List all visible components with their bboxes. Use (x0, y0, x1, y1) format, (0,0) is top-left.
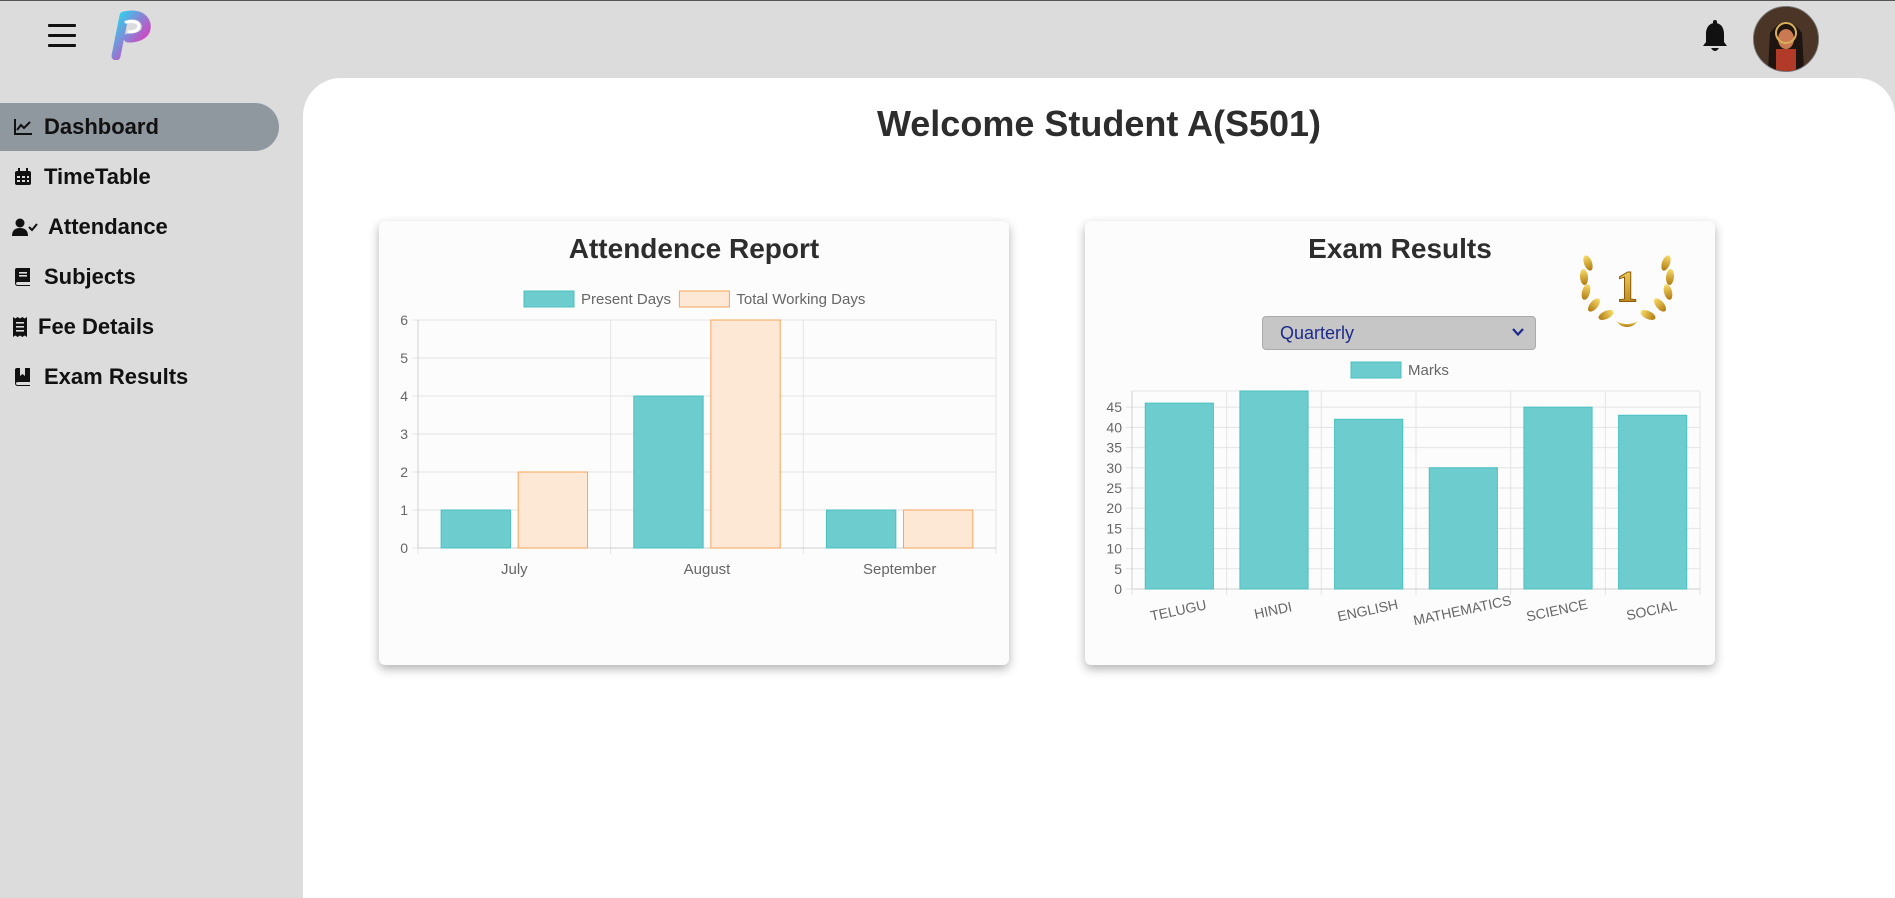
sidebar-item-label: Exam Results (44, 364, 189, 389)
exam-results-chart: Marks 0 5 10 15 20 25 30 35 40 45 TELUGU HINDI ENGLIS… (1106, 361, 1701, 628)
legend-label: Marks (1408, 362, 1449, 379)
x-tick-label: ENGLISH (1336, 596, 1399, 624)
y-tick-label: 0 (400, 540, 408, 556)
x-tick-label: SOCIAL (1625, 597, 1679, 623)
y-tick-label: 30 (1106, 460, 1122, 476)
attendance-card: Attendence Report Present Days Total Work… (379, 221, 1009, 665)
sidebar-item-label: Attendance (48, 214, 168, 239)
page-title: Welcome Student A(S501) (876, 103, 1322, 144)
top-border (0, 0, 1895, 1)
sidebar-item-subjects[interactable]: Subjects (0, 253, 279, 301)
sidebar-item-label: TimeTable (44, 164, 151, 189)
bell-icon[interactable] (1700, 20, 1730, 54)
y-tick-label: 45 (1106, 399, 1122, 415)
y-tick-label: 40 (1106, 419, 1122, 435)
y-tick-label: 35 (1106, 440, 1122, 456)
y-tick-label: 6 (400, 312, 408, 328)
user-avatar-icon[interactable] (1753, 6, 1819, 72)
exam-card: Exam Results 1 Quarterly Marks 0 5 10 15 20 25… (1085, 221, 1715, 665)
bar (1618, 414, 1688, 590)
calendar-icon (12, 166, 34, 188)
x-tick-label: MATHEMATICS (1412, 592, 1513, 628)
y-tick-label: 2 (400, 464, 408, 480)
y-tick-label: 25 (1106, 480, 1122, 496)
legend-swatch (678, 290, 730, 308)
y-tick-label: 5 (1114, 561, 1122, 577)
sidebar-item-label: Fee Details (38, 314, 155, 339)
legend-label: Total Working Days (736, 291, 865, 308)
book-icon (12, 266, 34, 288)
y-tick-label: 1 (400, 502, 408, 518)
x-tick-label: September (863, 561, 936, 578)
bar (1523, 406, 1593, 590)
bar (517, 471, 589, 549)
y-tick-label: 20 (1106, 500, 1122, 516)
sidebar-item-label: Dashboard (44, 114, 159, 139)
book-bookmark-icon (12, 366, 34, 388)
bar (440, 509, 511, 549)
y-tick-label: 4 (400, 388, 408, 404)
sidebar: Dashboard TimeTable Attendance Subjects … (0, 103, 280, 403)
receipt-icon (12, 316, 28, 338)
bar (903, 509, 974, 549)
bar (1239, 390, 1309, 590)
legend-label: Present Days (581, 291, 671, 308)
sidebar-item-fee-details[interactable]: Fee Details (0, 303, 279, 351)
bar (1428, 467, 1498, 590)
sidebar-item-label: Subjects (44, 264, 136, 289)
bar (1334, 418, 1404, 590)
y-tick-label: 0 (1114, 581, 1122, 597)
x-tick-label: TELUGU (1149, 596, 1208, 623)
y-tick-label: 5 (400, 350, 408, 366)
y-tick-label: 3 (400, 426, 408, 442)
y-tick-label: 10 (1106, 541, 1122, 557)
y-tick-label: 15 (1106, 520, 1122, 536)
x-tick-label: August (684, 561, 732, 578)
attendance-chart: Present Days Total Working Days 0 1 2 3 4 5 6 Jul… (400, 290, 997, 578)
user-check-icon (12, 216, 38, 238)
sidebar-item-dashboard[interactable]: Dashboard (0, 103, 279, 151)
bar (633, 395, 704, 549)
bar (710, 319, 781, 549)
hamburger-icon[interactable] (48, 22, 78, 50)
legend-swatch (1350, 361, 1402, 379)
sidebar-item-timetable[interactable]: TimeTable (0, 153, 279, 201)
x-tick-label: SCIENCE (1525, 596, 1589, 625)
bar (825, 509, 897, 549)
line-chart-icon (12, 116, 34, 138)
sidebar-item-exam-results[interactable]: Exam Results (0, 353, 279, 401)
bar (1144, 402, 1214, 590)
sidebar-item-attendance[interactable]: Attendance (0, 203, 279, 251)
x-tick-label: HINDI (1253, 598, 1294, 622)
app-logo-icon[interactable] (108, 10, 152, 60)
legend-swatch (523, 290, 575, 308)
x-tick-label: July (501, 561, 528, 578)
